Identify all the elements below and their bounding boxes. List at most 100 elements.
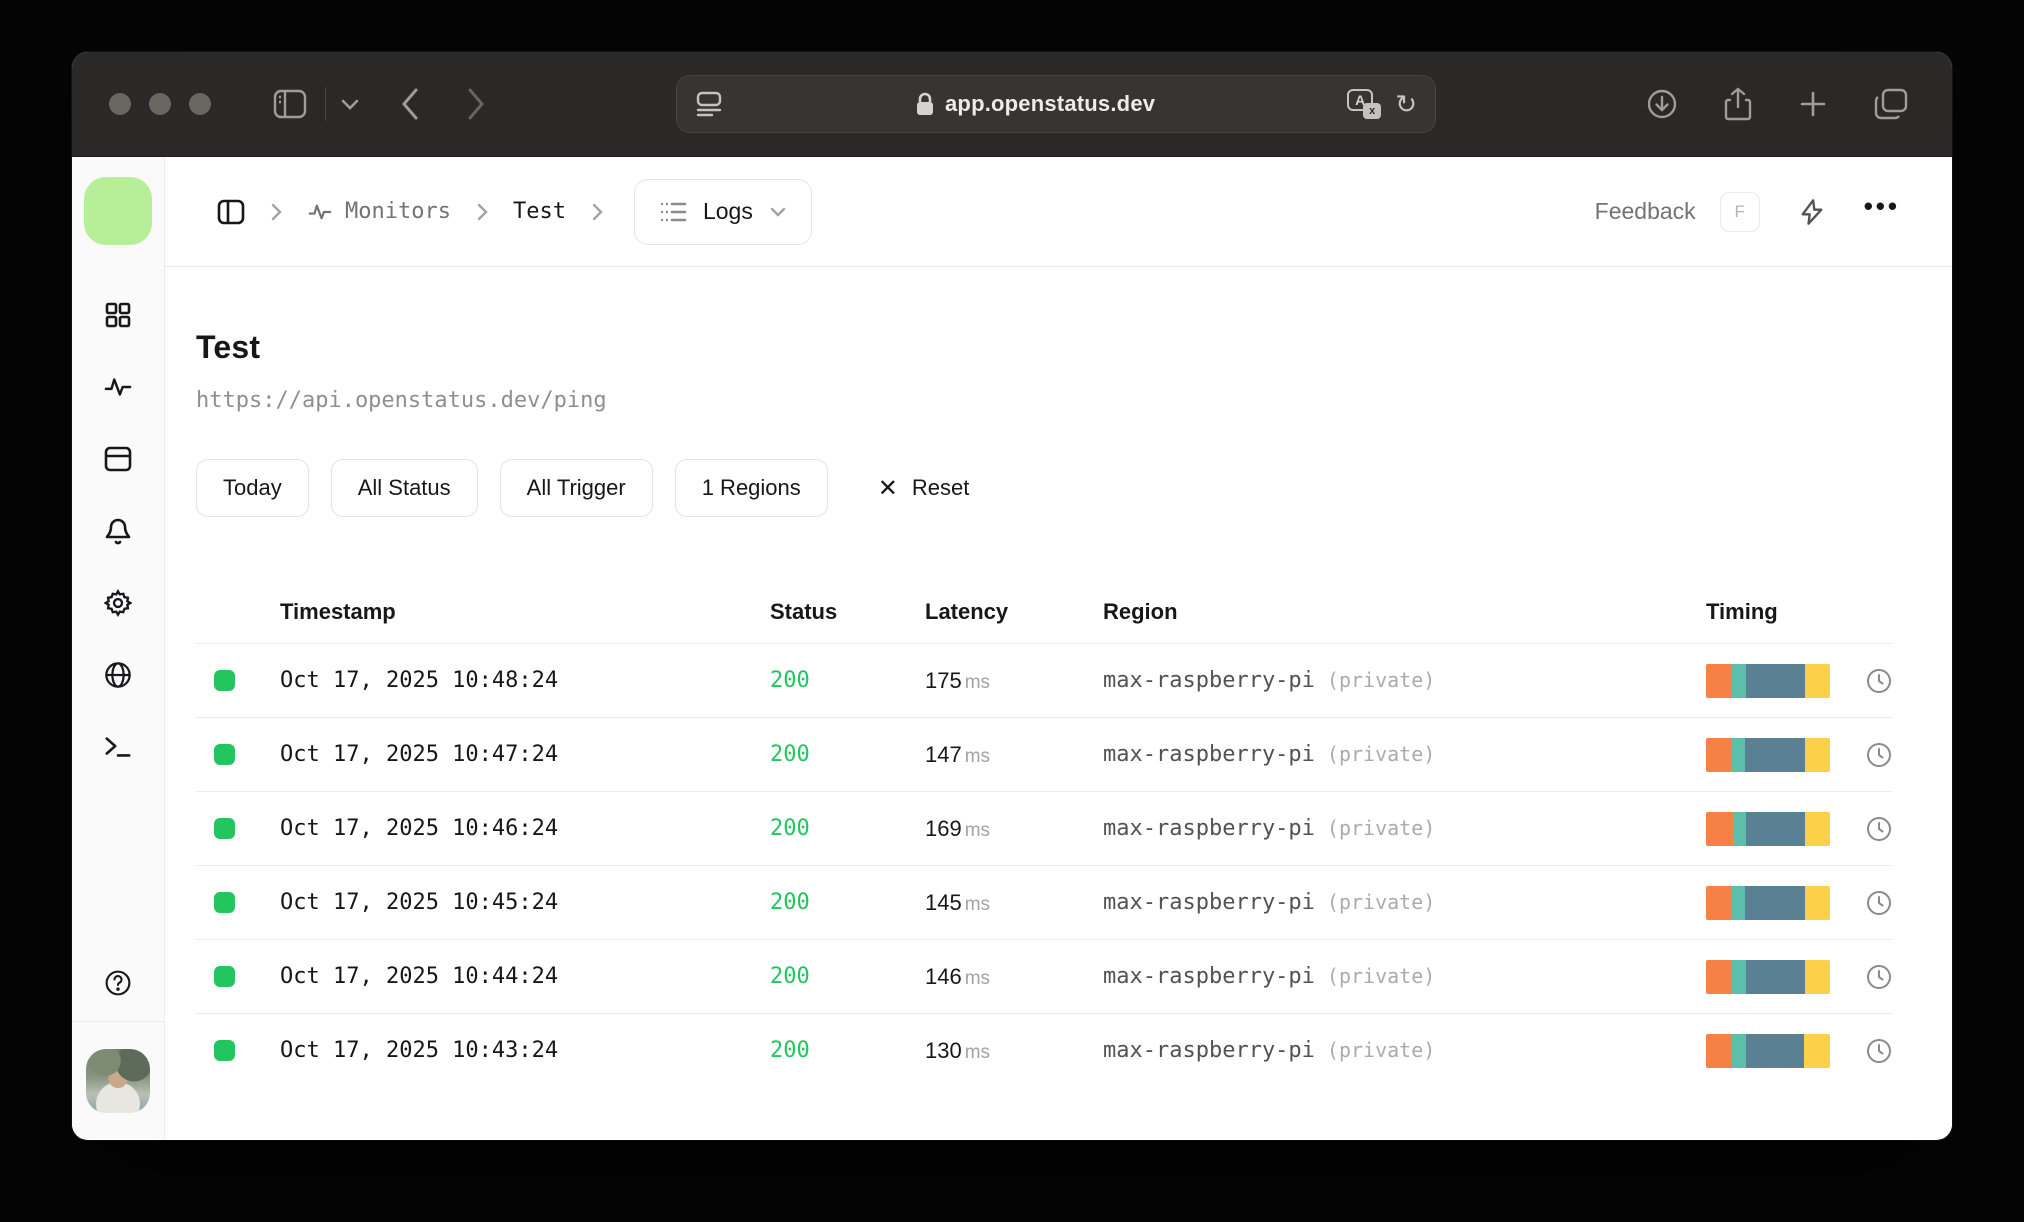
timing-segment [1804, 1033, 1830, 1068]
filter-status-button[interactable]: All Status [330, 459, 478, 517]
browser-sidebar-toggle-icon[interactable] [273, 89, 307, 119]
table-row[interactable]: Oct 17, 2025 10:47:24 200 147 ms max-rasp… [196, 717, 1892, 791]
address-bar[interactable]: app.openstatus.dev A x ↻ [676, 75, 1436, 133]
lock-icon [915, 92, 935, 116]
timing-segment [1731, 959, 1746, 994]
clock-icon[interactable] [1866, 1038, 1892, 1064]
forward-button[interactable] [466, 87, 486, 121]
reader-icon[interactable] [695, 91, 723, 117]
user-avatar[interactable] [86, 1048, 150, 1113]
row-timing [1678, 959, 1892, 994]
new-tab-icon[interactable] [1798, 89, 1828, 119]
feedback-shortcut-badge: F [1719, 191, 1760, 232]
clock-icon[interactable] [1866, 668, 1892, 694]
timing-segment [1745, 737, 1805, 772]
row-region: max-raspberry-pi (private) [1103, 1038, 1436, 1063]
activity-icon [308, 204, 332, 219]
app-sidebar-toggle-icon[interactable] [217, 198, 245, 226]
filter-trigger-button[interactable]: All Trigger [499, 459, 653, 517]
row-timing [1678, 737, 1892, 772]
sidebar-item-dashboard[interactable] [104, 301, 132, 329]
sidebar-item-notifications[interactable] [104, 517, 132, 545]
breadcrumb-monitors[interactable]: Monitors [307, 199, 451, 224]
timing-segment [1746, 811, 1805, 846]
status-ok-square [214, 966, 235, 987]
sidebar-chevron-down-icon[interactable] [340, 97, 360, 111]
sidebar-item-settings[interactable] [104, 588, 132, 618]
close-icon: ✕ [877, 474, 898, 502]
row-status-code: 200 [770, 1038, 810, 1063]
table-row[interactable]: Oct 17, 2025 10:44:24 200 146 ms max-rasp… [196, 939, 1892, 1013]
table-row[interactable]: Oct 17, 2025 10:43:24 200 130 ms max-rasp… [196, 1013, 1892, 1087]
table-row[interactable]: Oct 17, 2025 10:46:24 200 169 ms max-rasp… [196, 791, 1892, 865]
clock-icon[interactable] [1866, 964, 1892, 990]
breadcrumb-current[interactable]: Test [513, 199, 566, 224]
timing-segment [1731, 737, 1745, 772]
column-header-timing[interactable]: Timing [1678, 599, 1892, 625]
share-icon[interactable] [1724, 87, 1752, 121]
more-menu-icon[interactable]: ••• [1864, 193, 1900, 219]
sidebar-item-monitors[interactable] [104, 373, 132, 401]
page-content: Test https://api.openstatus.dev/ping Tod… [165, 267, 1952, 1087]
monitor-endpoint-url: https://api.openstatus.dev/ping [196, 388, 607, 413]
clock-icon[interactable] [1866, 742, 1892, 768]
row-latency: 169 ms [925, 815, 991, 841]
logs-table: Timestamp Status Latency Region Timing O… [196, 581, 1892, 1087]
browser-window: app.openstatus.dev A x ↻ Monitors Test L… [72, 52, 1952, 1140]
row-latency: 146 ms [925, 963, 991, 989]
workspace-logo[interactable] [84, 177, 152, 245]
row-timestamp: Oct 17, 2025 10:43:24 [280, 1038, 559, 1063]
translate-icon[interactable]: A x [1347, 89, 1382, 119]
timing-segment [1805, 811, 1830, 846]
view-selector-logs[interactable]: Logs [633, 178, 812, 245]
sidebar-item-globe[interactable] [104, 661, 132, 689]
sidebar-item-status-pages[interactable] [104, 445, 132, 473]
screenshot-stage: app.openstatus.dev A x ↻ Monitors Test L… [0, 0, 2024, 1222]
filter-period-button[interactable]: Today [196, 459, 309, 517]
timing-bar [1706, 959, 1830, 994]
row-region: max-raspberry-pi (private) [1103, 668, 1436, 693]
app-header: Monitors Test Logs Feedback F ••• [165, 157, 1952, 267]
row-timing [1678, 811, 1892, 846]
status-ok-square [214, 892, 235, 913]
row-region: max-raspberry-pi (private) [1103, 816, 1436, 841]
row-timestamp: Oct 17, 2025 10:45:24 [280, 890, 559, 915]
table-row[interactable]: Oct 17, 2025 10:45:24 200 145 ms max-rasp… [196, 865, 1892, 939]
timing-segment [1733, 811, 1746, 846]
chevron-right-icon [475, 202, 489, 222]
command-zap-icon[interactable] [1798, 197, 1826, 227]
help-icon[interactable] [104, 969, 132, 997]
tab-overview-icon[interactable] [1874, 88, 1908, 120]
view-selector-label: Logs [702, 198, 753, 224]
clock-icon[interactable] [1866, 890, 1892, 916]
column-header-status[interactable]: Status [770, 599, 925, 625]
table-body: Oct 17, 2025 10:48:24 200 175 ms max-rasp… [196, 643, 1892, 1087]
reload-icon[interactable]: ↻ [1395, 91, 1417, 117]
sidebar-item-cli[interactable] [104, 733, 132, 761]
column-header-latency[interactable]: Latency [925, 599, 1103, 625]
clock-icon[interactable] [1866, 816, 1892, 842]
column-header-region[interactable]: Region [1103, 599, 1678, 625]
back-button[interactable] [400, 87, 420, 121]
row-timing [1678, 885, 1892, 920]
timing-segment [1731, 885, 1745, 920]
status-ok-square [214, 670, 235, 691]
table-row[interactable]: Oct 17, 2025 10:48:24 200 175 ms max-rasp… [196, 643, 1892, 717]
list-icon [660, 202, 687, 221]
timing-segment [1805, 885, 1830, 920]
timing-segment [1746, 959, 1805, 994]
minimize-button[interactable] [149, 93, 171, 115]
reset-filters-button[interactable]: ✕ Reset [878, 474, 970, 503]
timing-segment [1706, 885, 1731, 920]
chevron-right-icon [590, 202, 604, 222]
zoom-button[interactable] [189, 93, 211, 115]
row-status-code: 200 [770, 668, 810, 693]
close-button[interactable] [109, 93, 131, 115]
downloads-icon[interactable] [1646, 88, 1678, 120]
filter-regions-button[interactable]: 1 Regions [674, 459, 828, 517]
row-timing [1678, 663, 1892, 698]
column-header-timestamp[interactable]: Timestamp [280, 599, 770, 625]
timing-bar [1706, 1033, 1830, 1068]
row-timing [1678, 1033, 1892, 1068]
feedback-button[interactable]: Feedback [1595, 198, 1696, 225]
